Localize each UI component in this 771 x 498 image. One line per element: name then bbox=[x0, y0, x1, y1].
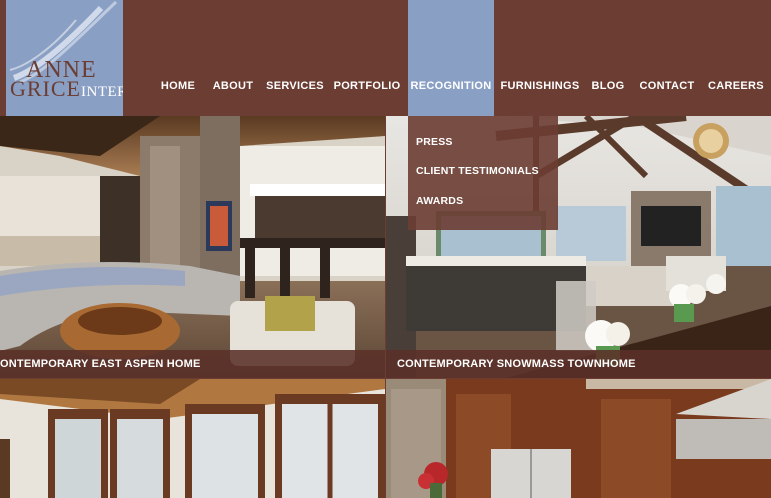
tile-caption-east-aspen-text: ONTEMPORARY EAST ASPEN HOME bbox=[0, 358, 201, 370]
tile-caption-snowmass: CONTEMPORARY SNOWMASS TOWNHOME bbox=[386, 350, 771, 378]
nav-blog[interactable]: BLOG bbox=[588, 0, 628, 116]
portfolio-tile-4[interactable] bbox=[386, 379, 771, 498]
nav-about[interactable]: ABOUT bbox=[210, 0, 256, 116]
tile-caption-snowmass-text: CONTEMPORARY SNOWMASS TOWNHOME bbox=[397, 358, 636, 370]
east-aspen-photo bbox=[0, 116, 385, 378]
recognition-dropdown-menu: PRESS CLIENT TESTIMONIALS AWARDS bbox=[408, 116, 558, 230]
dropdown-item-awards[interactable]: AWARDS bbox=[416, 195, 463, 207]
nav-portfolio[interactable]: PORTFOLIO bbox=[334, 0, 401, 116]
nav-furnishings[interactable]: FURNISHINGS bbox=[500, 0, 580, 116]
nav-home[interactable]: HOME bbox=[154, 0, 202, 116]
portfolio-tile-east-aspen[interactable]: ONTEMPORARY EAST ASPEN HOME bbox=[0, 116, 385, 378]
portfolio-tile-3[interactable] bbox=[0, 379, 385, 498]
nav-services[interactable]: SERVICES bbox=[264, 0, 326, 116]
tile-3-photo bbox=[0, 379, 385, 498]
logo-text-grice: GRICEINTERIORS bbox=[10, 78, 123, 100]
nav-contact[interactable]: CONTACT bbox=[636, 0, 698, 116]
nav-careers[interactable]: CAREERS bbox=[706, 0, 766, 116]
nav-recognition[interactable]: RECOGNITION bbox=[408, 0, 494, 116]
tile-caption-east-aspen: ONTEMPORARY EAST ASPEN HOME bbox=[0, 350, 385, 378]
dropdown-item-client-testimonials[interactable]: CLIENT TESTIMONIALS bbox=[416, 165, 539, 177]
tile-4-photo bbox=[386, 379, 771, 498]
logo-text-grice-word: GRICE bbox=[10, 76, 81, 101]
site-logo[interactable]: ANNE GRICEINTERIORS bbox=[6, 0, 123, 116]
site-header: ANNE GRICEINTERIORS HOME ABOUT SERVICES … bbox=[0, 0, 771, 116]
dropdown-item-press[interactable]: PRESS bbox=[416, 136, 453, 148]
logo-text-interiors: INTERIORS bbox=[81, 84, 123, 100]
